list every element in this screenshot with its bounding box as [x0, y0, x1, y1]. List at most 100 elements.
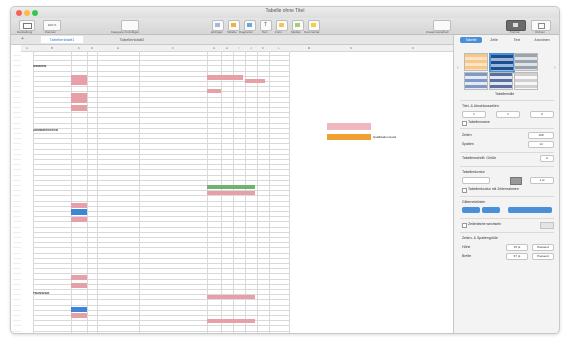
columns-value: 14 [539, 142, 543, 146]
column-header[interactable]: L [269, 45, 289, 52]
format-label: Format [510, 30, 520, 34]
inspector-tab-text-label: Text [513, 38, 521, 42]
alternate-row-color-well[interactable] [540, 222, 554, 229]
tab-sheet-1[interactable]: Tabellenblatt1 [41, 36, 83, 43]
fit-height-label: Passend [537, 245, 549, 249]
row-height-field[interactable]: 15 pt [506, 244, 528, 251]
zoom-value: 100 % [47, 23, 57, 27]
table-style-swatch[interactable] [489, 72, 513, 90]
alternate-rows-checkbox[interactable] [462, 223, 467, 228]
outline-label: Tabellenkontur [462, 170, 485, 174]
tab-sheet-1-label: Tabellenblatt1 [49, 37, 75, 42]
text-label: Text [262, 30, 268, 34]
insert-icon [215, 23, 220, 27]
rows-value: 108 [538, 133, 544, 137]
column-header[interactable]: M [289, 45, 329, 52]
section-label: ADMINISTRATOR [33, 128, 58, 132]
outline-color-well[interactable] [510, 177, 522, 185]
window-title: Tabelle ohne Titel [265, 8, 305, 14]
add-sheet-button[interactable]: + [21, 36, 24, 42]
format-icon [513, 23, 518, 27]
column-header[interactable]: B [33, 45, 71, 52]
inspector-tab-arrange[interactable]: Anordnen [529, 37, 555, 43]
column-header[interactable]: O [373, 45, 453, 52]
column-header[interactable]: F [139, 45, 207, 52]
style-prev-arrow[interactable]: ‹ [457, 65, 459, 71]
inspector-tab-cell[interactable]: Zelle [483, 37, 505, 43]
header-rows-value: 1 [473, 112, 475, 116]
column-header[interactable]: E [97, 45, 139, 52]
fit-height-button[interactable]: Passend [532, 244, 554, 251]
columns-field[interactable]: 14 [528, 141, 554, 148]
gridlines-button[interactable] [462, 207, 480, 213]
gridlines-button[interactable] [482, 207, 500, 213]
cell-highlight [207, 185, 255, 189]
header-footer-label: Titel- & Abschlusszeilen [462, 104, 499, 108]
table-style-swatch[interactable] [489, 53, 515, 73]
column-header[interactable]: K [257, 45, 269, 52]
outline-rows-checkbox[interactable] [462, 188, 467, 193]
alternate-rows-label: Zeilenfarbe wechseln [468, 222, 502, 226]
column-header[interactable]: C [71, 45, 87, 52]
table-name-label: Tabellenname [468, 120, 490, 124]
section-label: WINDOW [33, 64, 47, 68]
header-columns-value: 1 [507, 112, 509, 116]
table-label: Tabelle [227, 30, 237, 34]
column-width-field[interactable]: 67 pt [506, 253, 528, 260]
outline-width-field[interactable]: 1 pt [530, 177, 554, 184]
cell-highlight [71, 209, 87, 215]
toolbar: Darstellung 100 % Zoomen Kategorie hinzu… [11, 18, 559, 35]
row-height-value: 15 pt [513, 245, 521, 249]
table-style-swatch[interactable] [464, 72, 488, 90]
width-label: Breite [462, 254, 472, 258]
column-header[interactable]: H [221, 45, 233, 52]
title-bar: Tabelle ohne Titel [11, 7, 559, 18]
style-next-arrow[interactable]: › [554, 65, 556, 71]
fit-width-label: Passend [537, 254, 549, 258]
font-size-value: A [545, 156, 548, 160]
inspector-tab-table[interactable]: Tabelle [460, 37, 482, 43]
shape-icon [279, 23, 284, 27]
fit-width-button[interactable]: Passend [532, 253, 554, 260]
status-bar-orange [327, 134, 371, 140]
column-header[interactable]: I [233, 45, 245, 52]
cell-highlight [71, 283, 87, 288]
table-name-checkbox[interactable] [462, 121, 467, 126]
outline-style-select[interactable] [462, 177, 490, 184]
row-header[interactable] [13, 330, 21, 333]
table-style-swatch[interactable] [464, 53, 488, 71]
cell-highlight [207, 319, 255, 323]
column-header[interactable]: N [329, 45, 373, 52]
tab-sheet-2[interactable]: Tabellenblatt2 [111, 36, 153, 43]
side-note: Qualification levels [373, 135, 397, 139]
footer-rows-stepper[interactable]: 0 [530, 111, 554, 118]
header-rows-stepper[interactable]: 1 [462, 111, 486, 118]
cell-highlight [207, 75, 243, 80]
cell-highlight [71, 75, 87, 85]
add-category-label: Kategorie hinzufügen [111, 30, 140, 34]
gridlines-label: Gitternetzlinien [462, 200, 486, 204]
column-header[interactable]: J [245, 45, 257, 52]
column-header[interactable]: A [21, 45, 33, 52]
chart-icon [247, 23, 252, 27]
view-label: Darstellung [17, 30, 33, 34]
format-inspector: Tabelle Zelle Text Anordnen ‹ › Tabellen… [453, 35, 559, 333]
section-label: TRANSFER [33, 291, 50, 295]
column-header[interactable]: G [207, 45, 221, 52]
sidebar-icon [23, 23, 32, 29]
header-columns-stepper[interactable]: 1 [496, 111, 520, 118]
spreadsheet-canvas[interactable]: ABCDEFGHIJKLMNO WINDOW ADMINISTRATOR TRA… [11, 45, 453, 333]
selected-cell-highlight [327, 123, 371, 130]
cell-highlight [71, 307, 87, 312]
inspector-tab-text[interactable]: Text [506, 37, 528, 43]
rows-field[interactable]: 108 [528, 132, 554, 139]
table-style-swatch[interactable] [514, 53, 538, 71]
font-size-stepper[interactable]: A [540, 155, 554, 162]
column-header[interactable]: D [87, 45, 97, 52]
table-style-swatch[interactable] [514, 72, 538, 90]
grid-column-line [97, 51, 98, 333]
grid-column-line [257, 51, 258, 333]
gridlines-button[interactable] [508, 207, 552, 213]
media-label: Medien [291, 30, 301, 34]
row-column-size-label: Zeilen- & Spaltengröße [462, 236, 498, 240]
